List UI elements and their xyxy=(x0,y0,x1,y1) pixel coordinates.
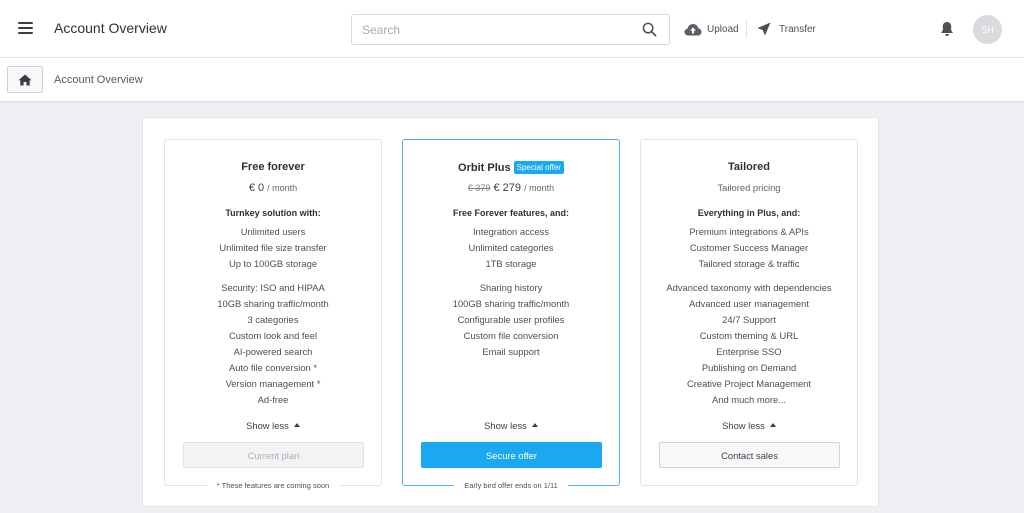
feature-list-primary: Integration access Unlimited categories … xyxy=(403,224,619,272)
feature-item: Version management * xyxy=(225,378,321,389)
feature-item: 3 categories xyxy=(247,314,299,325)
caret-up-icon xyxy=(531,423,538,427)
show-less-label: Show less xyxy=(246,420,289,431)
feature-item: Creative Project Management xyxy=(686,378,812,389)
price-value: Tailored pricing xyxy=(717,182,781,193)
bell-icon[interactable] xyxy=(940,21,954,37)
feature-item: Custom file conversion xyxy=(463,330,559,341)
page-title: Account Overview xyxy=(54,20,167,36)
home-icon xyxy=(18,74,32,85)
footnote: * These features are coming soon xyxy=(165,481,381,490)
feature-item: Security: ISO and HIPAA xyxy=(221,282,325,293)
feature-item: AI-powered search xyxy=(233,346,313,357)
feature-item: Advanced taxonomy with dependencies xyxy=(666,282,832,293)
plan-price: € 0 / month xyxy=(165,182,381,194)
search-box[interactable] xyxy=(351,14,670,45)
home-button[interactable] xyxy=(7,66,43,93)
footnote-text: * These features are coming soon xyxy=(206,481,340,490)
cloud-upload-icon xyxy=(684,23,702,35)
feature-item: Tailored storage & traffic xyxy=(698,258,800,269)
plan-card-free: Free forever € 0 / month Turnkey solutio… xyxy=(164,139,382,490)
feature-item: And much more... xyxy=(712,394,786,405)
feature-item: Sharing history xyxy=(479,282,543,293)
old-price: € 379 xyxy=(467,183,491,193)
plan-title: Orbit Plus Special offer xyxy=(403,161,619,174)
top-header: Account Overview Upload Transfer SH xyxy=(0,0,1024,58)
show-less-toggle[interactable]: Show less xyxy=(641,420,857,431)
feature-item: 10GB sharing traffic/month xyxy=(217,298,329,309)
search-input[interactable] xyxy=(352,15,632,44)
plan-card-tailored: Tailored Tailored pricing Everything in … xyxy=(640,139,858,486)
price-period: / month xyxy=(267,183,298,193)
feature-item: Auto file conversion * xyxy=(228,362,318,373)
features-heading: Turnkey solution with: xyxy=(225,208,321,218)
footnote-text: Early bird offer ends on 1/11 xyxy=(454,481,568,490)
feature-item: Custom look and feel xyxy=(228,330,318,341)
feature-list-secondary: Advanced taxonomy with dependencies Adva… xyxy=(641,280,857,408)
plan-title-text: Orbit Plus xyxy=(458,162,511,174)
feature-item: 100GB sharing traffic/month xyxy=(452,298,570,309)
feature-item: Configurable user profiles xyxy=(457,314,565,325)
price-value: € 279 xyxy=(493,182,522,194)
show-less-toggle[interactable]: Show less xyxy=(403,420,619,431)
pricing-panel: Free forever € 0 / month Turnkey solutio… xyxy=(142,117,879,507)
feature-list-primary: Premium integrations & APIs Customer Suc… xyxy=(641,224,857,272)
price-period: / month xyxy=(524,183,555,193)
current-plan-button: Current plan xyxy=(183,442,364,468)
show-less-toggle[interactable]: Show less xyxy=(165,420,381,431)
caret-up-icon xyxy=(293,423,300,427)
feature-item: Unlimited categories xyxy=(468,242,554,253)
plan-price: € 379 € 279 / month xyxy=(403,182,619,194)
feature-item: Custom theming & URL xyxy=(699,330,799,341)
features-heading: Free Forever features, and: xyxy=(452,208,570,218)
feature-item: Customer Success Manager xyxy=(689,242,809,253)
feature-item: Email support xyxy=(482,346,540,357)
special-offer-badge: Special offer xyxy=(513,161,564,174)
feature-item: Integration access xyxy=(472,226,550,237)
breadcrumb-current: Account Overview xyxy=(54,74,143,86)
show-less-label: Show less xyxy=(484,420,527,431)
feature-item: Advanced user management xyxy=(689,298,809,309)
feature-item: Unlimited file size transfer xyxy=(219,242,327,253)
feature-list-primary: Unlimited users Unlimited file size tran… xyxy=(165,224,381,272)
feature-item: Up to 100GB storage xyxy=(228,258,318,269)
plan-title: Free forever xyxy=(241,161,305,173)
feature-list-secondary: Sharing history 100GB sharing traffic/mo… xyxy=(403,280,619,360)
upload-button[interactable]: Upload xyxy=(684,20,739,38)
feature-item: Ad-free xyxy=(257,394,289,405)
transfer-button[interactable]: Transfer xyxy=(757,20,816,38)
search-icon[interactable] xyxy=(642,22,657,37)
feature-list-secondary: Security: ISO and HIPAA 10GB sharing tra… xyxy=(165,280,381,408)
show-less-label: Show less xyxy=(722,420,765,431)
plan-price: Tailored pricing xyxy=(641,182,857,194)
feature-item: Enterprise SSO xyxy=(716,346,782,357)
breadcrumb: Account Overview xyxy=(0,58,1024,102)
footnote: Early bird offer ends on 1/11 xyxy=(403,481,619,490)
send-icon xyxy=(757,22,771,36)
menu-icon[interactable] xyxy=(18,22,33,34)
header-divider xyxy=(746,20,747,38)
transfer-label: Transfer xyxy=(779,23,816,35)
avatar[interactable]: SH xyxy=(973,15,1002,44)
feature-item: 1TB storage xyxy=(485,258,537,269)
features-heading: Everything in Plus, and: xyxy=(697,208,801,218)
feature-item: 24/7 Support xyxy=(722,314,776,325)
contact-sales-button[interactable]: Contact sales xyxy=(659,442,840,468)
feature-item: Premium integrations & APIs xyxy=(689,226,809,237)
price-value: € 0 xyxy=(248,182,265,194)
feature-item: Unlimited users xyxy=(240,226,306,237)
upload-label: Upload xyxy=(707,23,739,35)
plan-title: Tailored xyxy=(728,161,770,173)
feature-item: Publishing on Demand xyxy=(701,362,797,373)
secure-offer-button[interactable]: Secure offer xyxy=(421,442,602,468)
caret-up-icon xyxy=(769,423,776,427)
plan-card-orbit-plus: Orbit Plus Special offer € 379 € 279 / mo… xyxy=(402,139,620,490)
